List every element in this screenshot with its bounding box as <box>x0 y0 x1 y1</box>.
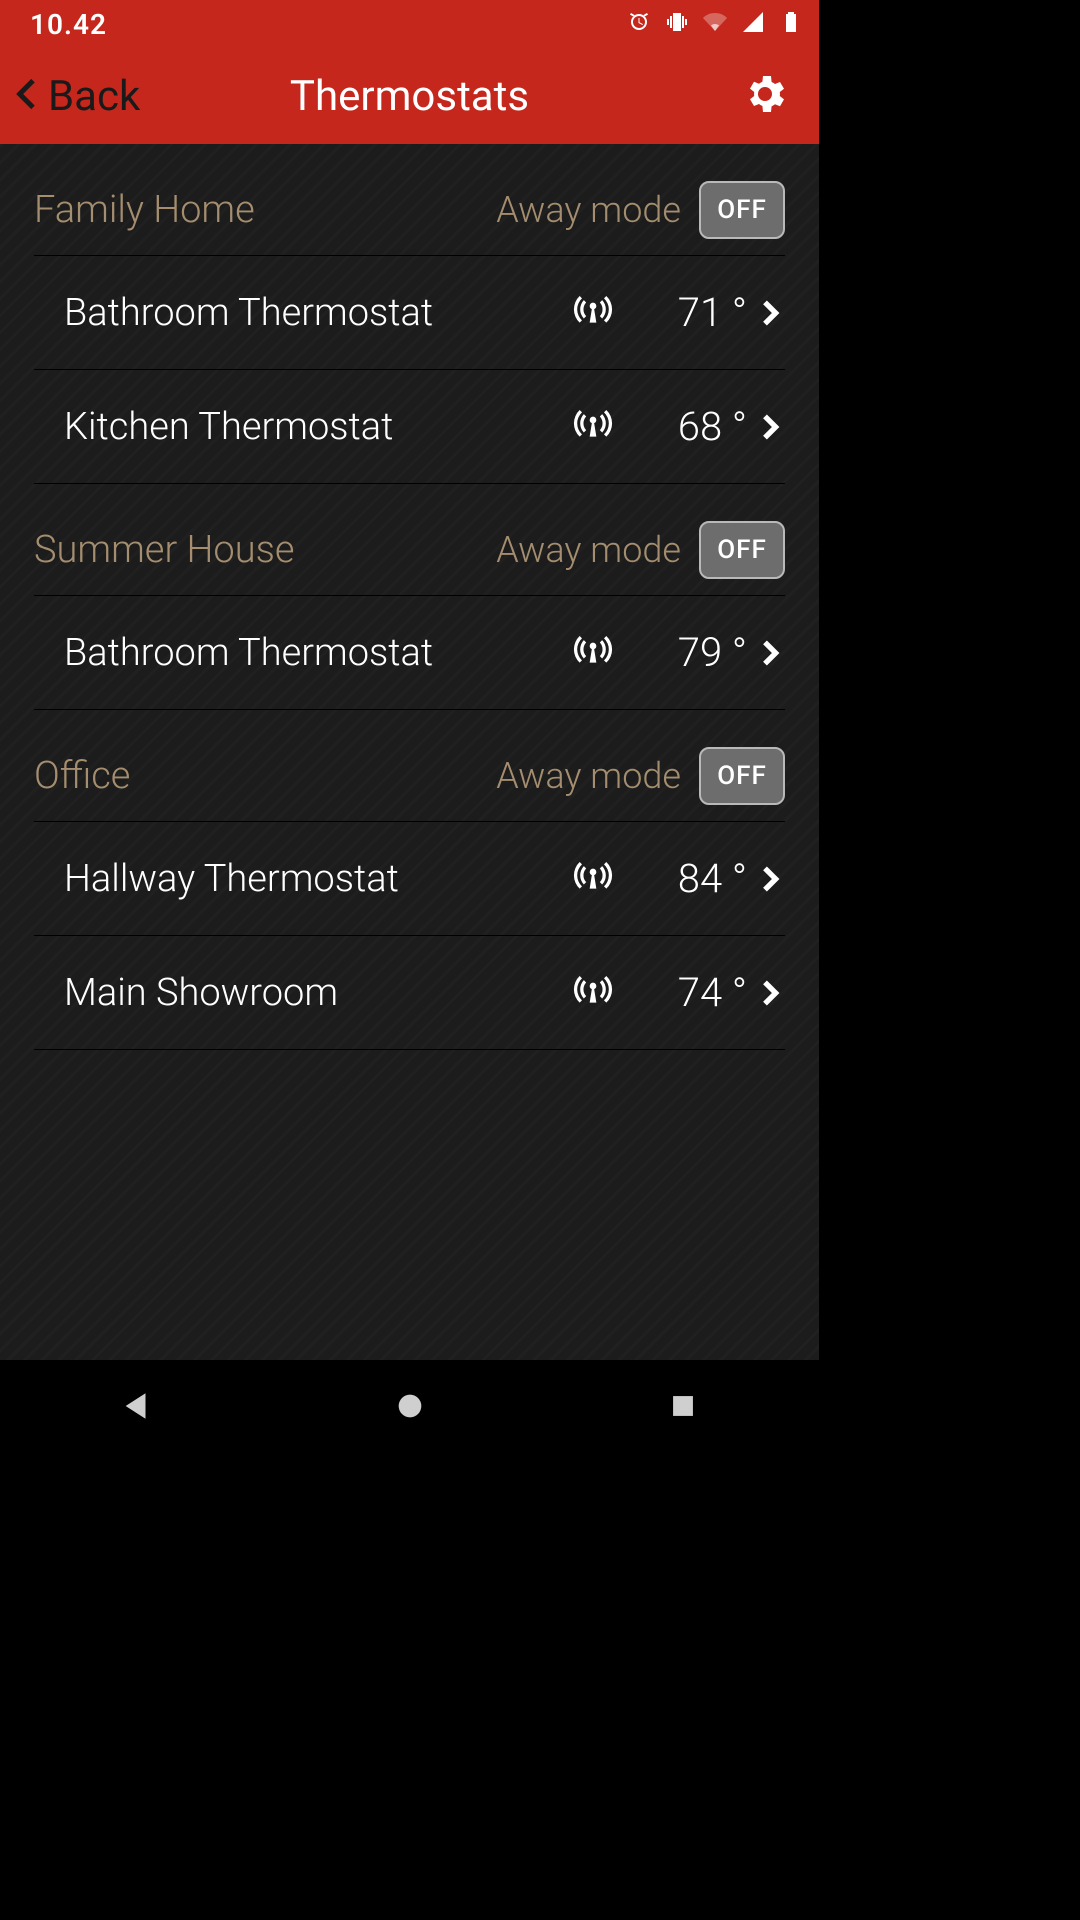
location-name: Office <box>34 754 496 798</box>
vibrate-icon <box>665 10 689 38</box>
thermostat-temp: 74 ° <box>651 969 747 1016</box>
thermostat-row[interactable]: Main Showroom 74 ° <box>34 936 785 1050</box>
signal-icon <box>573 635 613 671</box>
app-bar: Back Thermostats <box>0 48 819 144</box>
thermostat-temp: 71 ° <box>651 289 747 336</box>
chevron-right-icon <box>753 293 785 333</box>
thermostat-row[interactable]: Hallway Thermostat 84 ° <box>34 822 785 936</box>
status-bar: 10.42 <box>0 0 819 48</box>
thermostat-temp: 68 ° <box>651 403 747 450</box>
thermostat-name: Bathroom Thermostat <box>64 291 573 335</box>
chevron-right-icon <box>753 859 785 899</box>
thermostat-row[interactable]: Kitchen Thermostat 68 ° <box>34 370 785 484</box>
away-mode-label: Away mode <box>496 529 681 571</box>
thermostat-name: Kitchen Thermostat <box>64 405 573 449</box>
thermostat-row[interactable]: Bathroom Thermostat 71 ° <box>34 256 785 370</box>
away-mode-toggle[interactable]: OFF <box>699 181 785 239</box>
chevron-right-icon <box>753 633 785 673</box>
location-name: Family Home <box>34 188 496 232</box>
nav-back-icon[interactable] <box>120 1389 154 1427</box>
signal-icon <box>573 975 613 1011</box>
status-time: 10.42 <box>30 8 107 41</box>
content-area: Family Home Away mode OFF Bathroom Therm… <box>0 144 819 1360</box>
locations-list: Family Home Away mode OFF Bathroom Therm… <box>0 144 819 1050</box>
status-icons <box>627 10 803 38</box>
thermostat-name: Hallway Thermostat <box>64 857 573 901</box>
alarm-icon <box>627 10 651 38</box>
back-button[interactable]: Back <box>8 48 140 144</box>
location-header: Family Home Away mode OFF <box>34 144 785 256</box>
thermostat-name: Main Showroom <box>64 971 573 1015</box>
nav-home-icon[interactable] <box>393 1389 427 1427</box>
location-header: Office Away mode OFF <box>34 710 785 822</box>
gear-icon <box>741 70 789 122</box>
cellular-icon <box>741 10 765 38</box>
away-mode-toggle[interactable]: OFF <box>699 521 785 579</box>
away-mode-toggle[interactable]: OFF <box>699 747 785 805</box>
signal-icon <box>573 861 613 897</box>
thermostat-temp: 79 ° <box>651 629 747 676</box>
nav-recent-icon[interactable] <box>666 1389 700 1427</box>
chevron-right-icon <box>753 973 785 1013</box>
battery-icon <box>779 10 803 38</box>
android-nav-bar <box>0 1360 819 1456</box>
chevron-left-icon <box>8 74 48 118</box>
back-label: Back <box>48 72 140 121</box>
location-header: Summer House Away mode OFF <box>34 484 785 596</box>
chevron-right-icon <box>753 407 785 447</box>
settings-button[interactable] <box>741 48 789 144</box>
thermostat-row[interactable]: Bathroom Thermostat 79 ° <box>34 596 785 710</box>
thermostat-temp: 84 ° <box>651 855 747 902</box>
signal-icon <box>573 409 613 445</box>
wifi-icon <box>703 10 727 38</box>
thermostat-name: Bathroom Thermostat <box>64 631 573 675</box>
page-title: Thermostats <box>290 72 529 121</box>
location-name: Summer House <box>34 528 496 572</box>
away-mode-label: Away mode <box>496 189 681 231</box>
away-mode-label: Away mode <box>496 755 681 797</box>
signal-icon <box>573 295 613 331</box>
